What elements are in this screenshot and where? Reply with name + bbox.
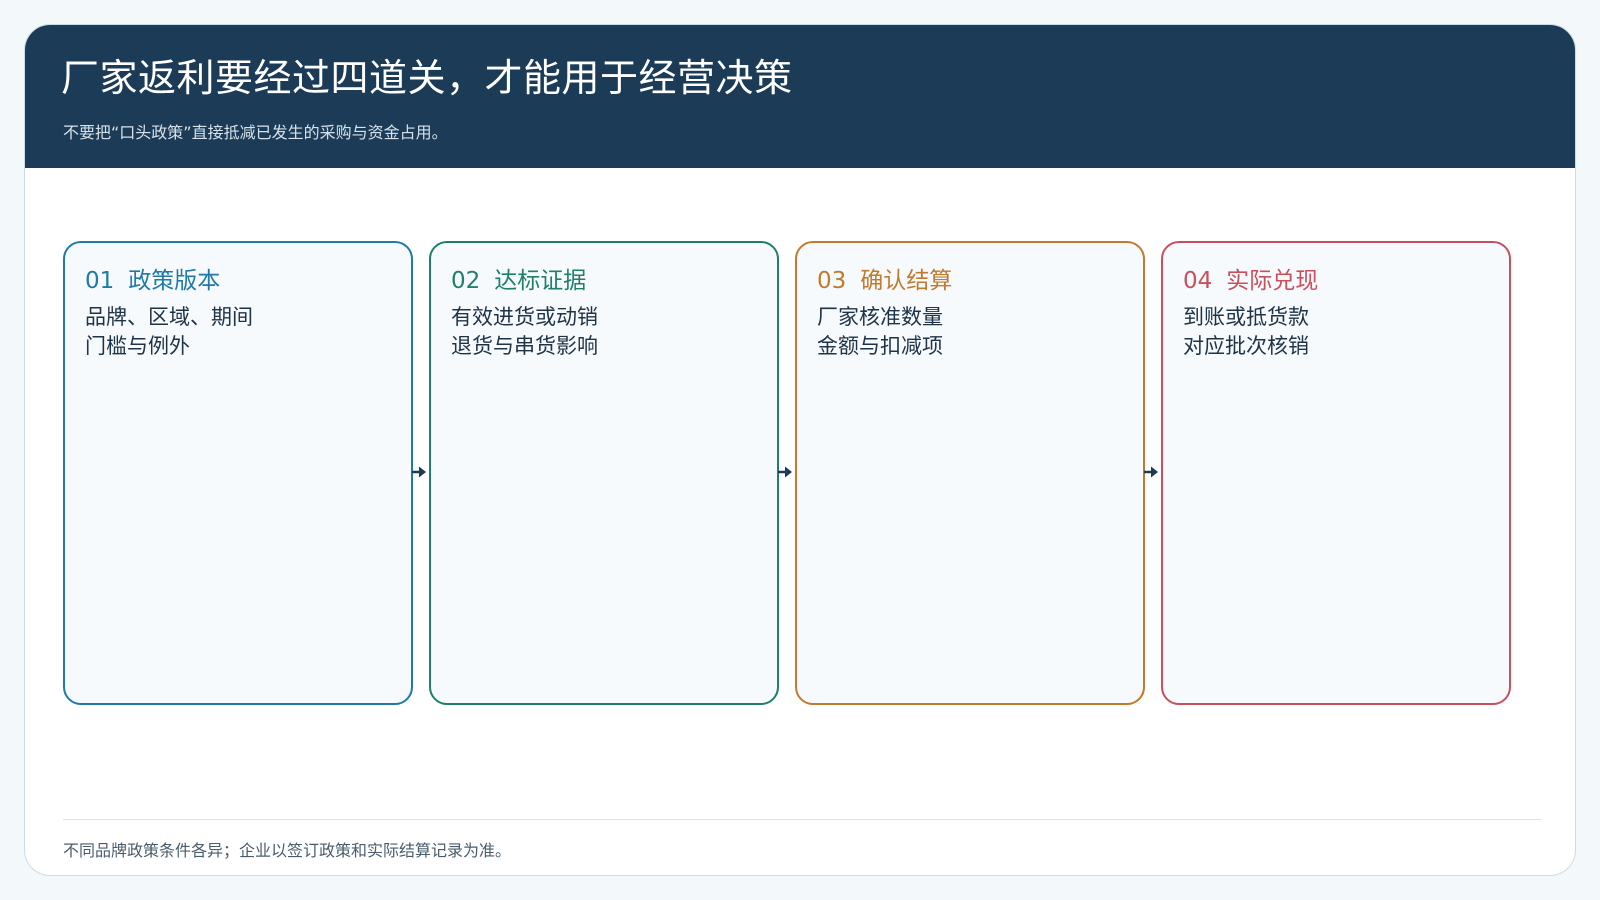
step-number: 02 [451,268,481,294]
step-card-1: 01 政策版本 品牌、区域、期间 门槛与例外 [63,241,413,705]
step-number: 01 [85,268,115,294]
arrow-right-icon [412,466,426,478]
step-card-3: 03 确认结算 厂家核准数量 金额与扣减项 [795,241,1145,705]
step-description: 品牌、区域、期间 门槛与例外 [85,303,253,361]
arrow-right-icon [1144,466,1158,478]
step-description: 有效进货或动销 退货与串货影响 [451,303,598,361]
page-subtitle: 不要把“口头政策”直接抵减已发生的采购与资金占用。 [63,123,448,142]
step-title: 01 政策版本 [85,261,220,295]
step-number: 03 [817,268,847,294]
step-title: 04 实际兑现 [1183,261,1318,295]
footer-divider [63,819,1541,820]
step-line: 品牌、区域、期间 [85,305,253,329]
arrow-head [1151,466,1158,478]
step-card-4: 04 实际兑现 到账或抵货款 对应批次核销 [1161,241,1511,705]
step-line: 有效进货或动销 [451,305,598,329]
step-label: 达标证据 [494,268,587,294]
step-line: 厂家核准数量 [817,305,943,329]
step-line: 退货与串货影响 [451,334,598,358]
step-line: 门槛与例外 [85,334,190,358]
step-label: 政策版本 [128,268,221,294]
footnote: 不同品牌政策条件各异；企业以签订政策和实际结算记录为准。 [63,841,512,860]
step-description: 厂家核准数量 金额与扣减项 [817,303,943,361]
arrow-head [419,466,426,478]
step-title: 02 达标证据 [451,261,586,295]
step-line: 对应批次核销 [1183,334,1309,358]
page-title: 厂家返利要经过四道关，才能用于经营决策 [61,56,793,100]
step-card-2: 02 达标证据 有效进货或动销 退货与串货影响 [429,241,779,705]
step-label: 确认结算 [860,268,953,294]
step-title: 03 确认结算 [817,261,952,295]
header-banner: 厂家返利要经过四道关，才能用于经营决策 不要把“口头政策”直接抵减已发生的采购与… [25,25,1575,168]
step-number: 04 [1183,268,1213,294]
step-description: 到账或抵货款 对应批次核销 [1183,303,1309,361]
step-label: 实际兑现 [1226,268,1319,294]
step-line: 金额与扣减项 [817,334,943,358]
arrow-head [785,466,792,478]
arrow-right-icon [778,466,792,478]
step-line: 到账或抵货款 [1183,305,1309,329]
diagram-panel: 厂家返利要经过四道关，才能用于经营决策 不要把“口头政策”直接抵减已发生的采购与… [24,24,1576,876]
